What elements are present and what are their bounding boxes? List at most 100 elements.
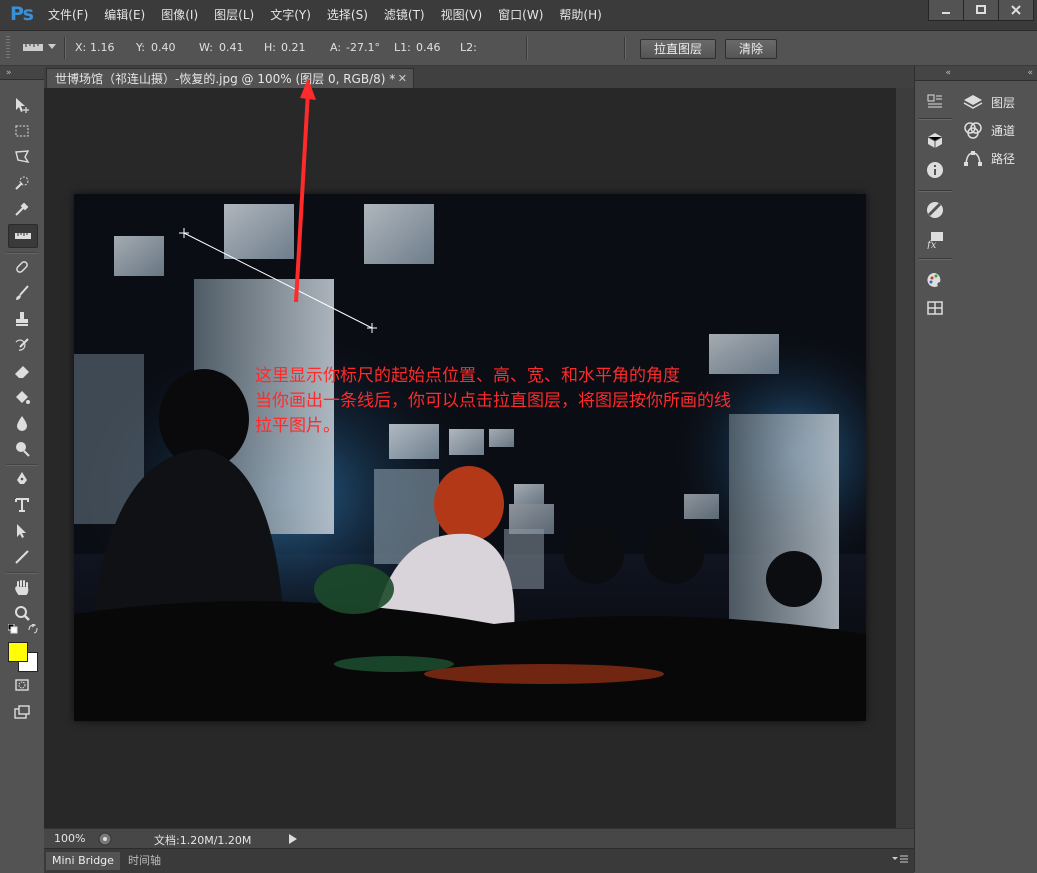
swap-colors-icon[interactable] xyxy=(28,624,38,634)
info-panel-button[interactable] xyxy=(925,160,945,180)
blur-icon xyxy=(17,416,27,431)
options-bar: X: 1.16 Y: 0.40 W: 0.41 H: 0.21 A: -27.1… xyxy=(0,31,1037,66)
close-window-button[interactable] xyxy=(998,0,1034,21)
3d-panel-button[interactable] xyxy=(925,130,945,150)
close-tab-icon[interactable]: ✕ xyxy=(398,69,407,88)
minimize-icon xyxy=(942,12,950,14)
layers-panel-tab[interactable]: 图层 xyxy=(963,91,1015,113)
y-label: Y: xyxy=(136,41,145,54)
tab-mini-bridge[interactable]: Mini Bridge xyxy=(46,852,120,870)
w-label: W: xyxy=(199,41,213,54)
styles-fx-icon: fx xyxy=(926,232,943,249)
canvas-area[interactable] xyxy=(44,78,896,828)
status-menu-arrow-icon[interactable] xyxy=(288,833,298,845)
zoom-level[interactable]: 100% xyxy=(54,832,85,845)
path-select-tool[interactable] xyxy=(8,520,36,542)
l1-value: 0.46 xyxy=(416,41,441,54)
l2-label: L2: xyxy=(460,41,477,54)
divider xyxy=(64,37,66,59)
close-icon xyxy=(1011,5,1021,15)
line-tool[interactable] xyxy=(8,546,36,568)
app-logo: Ps xyxy=(10,3,34,25)
eraser-tool[interactable] xyxy=(8,360,36,382)
history-icon xyxy=(927,94,942,108)
menu-edit[interactable]: 编辑(E) xyxy=(96,0,153,30)
menu-filter[interactable]: 滤镜(T) xyxy=(376,0,433,30)
toolbar-collapse[interactable]: » xyxy=(0,66,44,80)
panel-dock-labels: « 图层 通道 路径 xyxy=(955,66,1037,872)
move-tool[interactable] xyxy=(8,94,36,116)
screen-mode-button[interactable] xyxy=(8,702,36,724)
clone-stamp-tool[interactable] xyxy=(8,308,36,330)
eraser-icon xyxy=(15,366,29,378)
dodge-icon xyxy=(16,442,30,457)
history-brush-tool[interactable] xyxy=(8,334,36,356)
options-grip[interactable] xyxy=(6,36,10,60)
paths-label: 路径 xyxy=(991,151,1016,166)
screen-mode-icon xyxy=(14,705,30,719)
marquee-tool[interactable] xyxy=(8,120,36,142)
dock-collapse[interactable]: « xyxy=(955,66,1037,81)
path-select-icon xyxy=(17,524,26,538)
quick-select-icon xyxy=(15,176,29,190)
adjustments-panel-button[interactable] xyxy=(925,200,945,220)
line-icon xyxy=(15,550,29,564)
w-value: 0.41 xyxy=(219,41,244,54)
healing-brush-tool[interactable] xyxy=(8,256,36,278)
status-info-icon[interactable] xyxy=(98,832,112,846)
paint-bucket-tool[interactable] xyxy=(8,386,36,408)
dodge-tool[interactable] xyxy=(8,438,36,460)
grid-panel-button[interactable] xyxy=(925,298,945,318)
clear-button[interactable]: 清除 xyxy=(725,39,777,59)
menu-select[interactable]: 选择(S) xyxy=(319,0,376,30)
brush-tool[interactable] xyxy=(8,282,36,304)
paths-panel-tab[interactable]: 路径 xyxy=(963,147,1015,169)
menu-layer[interactable]: 图层(L) xyxy=(206,0,262,30)
ruler-tool[interactable] xyxy=(8,224,38,248)
maximize-button[interactable] xyxy=(963,0,999,21)
dock-collapse[interactable]: « xyxy=(915,66,955,81)
swatches-panel-button[interactable] xyxy=(925,270,945,290)
menu-file[interactable]: 文件(F) xyxy=(40,0,96,30)
history-panel-button[interactable] xyxy=(925,92,945,112)
status-bar: 100% 文档:1.20M/1.20M xyxy=(44,828,914,849)
eyedropper-tool[interactable] xyxy=(8,198,36,220)
channels-panel-tab[interactable]: 通道 xyxy=(963,119,1015,141)
zoom-tool[interactable] xyxy=(8,602,36,624)
cube-icon xyxy=(927,133,943,148)
paths-icon xyxy=(964,151,982,166)
annotation-line: 当你画出一条线后，你可以点击拉直图层，将图层按你所画的线 xyxy=(255,391,731,411)
document-tab[interactable]: 世博场馆（祁连山摄）-恢复的.jpg @ 100% (图层 0, RGB/8) … xyxy=(46,68,414,88)
quick-mask-button[interactable] xyxy=(8,674,36,696)
menu-image[interactable]: 图像(I) xyxy=(153,0,206,30)
eyedropper-icon xyxy=(15,202,29,216)
quick-select-tool[interactable] xyxy=(8,172,36,194)
menu-view[interactable]: 视图(V) xyxy=(433,0,491,30)
minimize-button[interactable] xyxy=(928,0,964,21)
channels-icon xyxy=(964,122,982,139)
annotation-line: 这里显示你标尺的起始点位置、高、宽、和水平角的角度 xyxy=(255,366,680,386)
history-brush-icon xyxy=(15,338,29,351)
styles-panel-button[interactable]: fx xyxy=(925,230,945,250)
tab-timeline[interactable]: 时间轴 xyxy=(122,852,167,870)
menu-help[interactable]: 帮助(H) xyxy=(551,0,609,30)
blur-tool[interactable] xyxy=(8,412,36,434)
type-tool[interactable] xyxy=(8,494,36,516)
vertical-scrollbar[interactable] xyxy=(896,88,914,828)
panel-menu-icon[interactable] xyxy=(892,855,908,865)
straighten-layer-button[interactable]: 拉直图层 xyxy=(640,39,716,59)
y-value: 0.40 xyxy=(151,41,176,54)
panel-dock-icons: « fx xyxy=(914,66,956,872)
pen-tool[interactable] xyxy=(8,468,36,490)
menu-window[interactable]: 窗口(W) xyxy=(490,0,551,30)
hand-tool[interactable] xyxy=(8,576,36,598)
foreground-color-swatch[interactable] xyxy=(8,642,28,662)
tool-preset-picker[interactable] xyxy=(22,40,56,54)
document-image[interactable] xyxy=(74,194,866,721)
lasso-tool[interactable] xyxy=(8,146,36,168)
default-colors-icon[interactable] xyxy=(8,624,18,634)
clone-stamp-icon xyxy=(16,312,28,326)
bottom-panel-tabs: Mini Bridge 时间轴 xyxy=(44,848,914,873)
menu-bar: Ps 文件(F) 编辑(E) 图像(I) 图层(L) 文字(Y) 选择(S) 滤… xyxy=(0,0,1037,31)
menu-type[interactable]: 文字(Y) xyxy=(262,0,319,30)
